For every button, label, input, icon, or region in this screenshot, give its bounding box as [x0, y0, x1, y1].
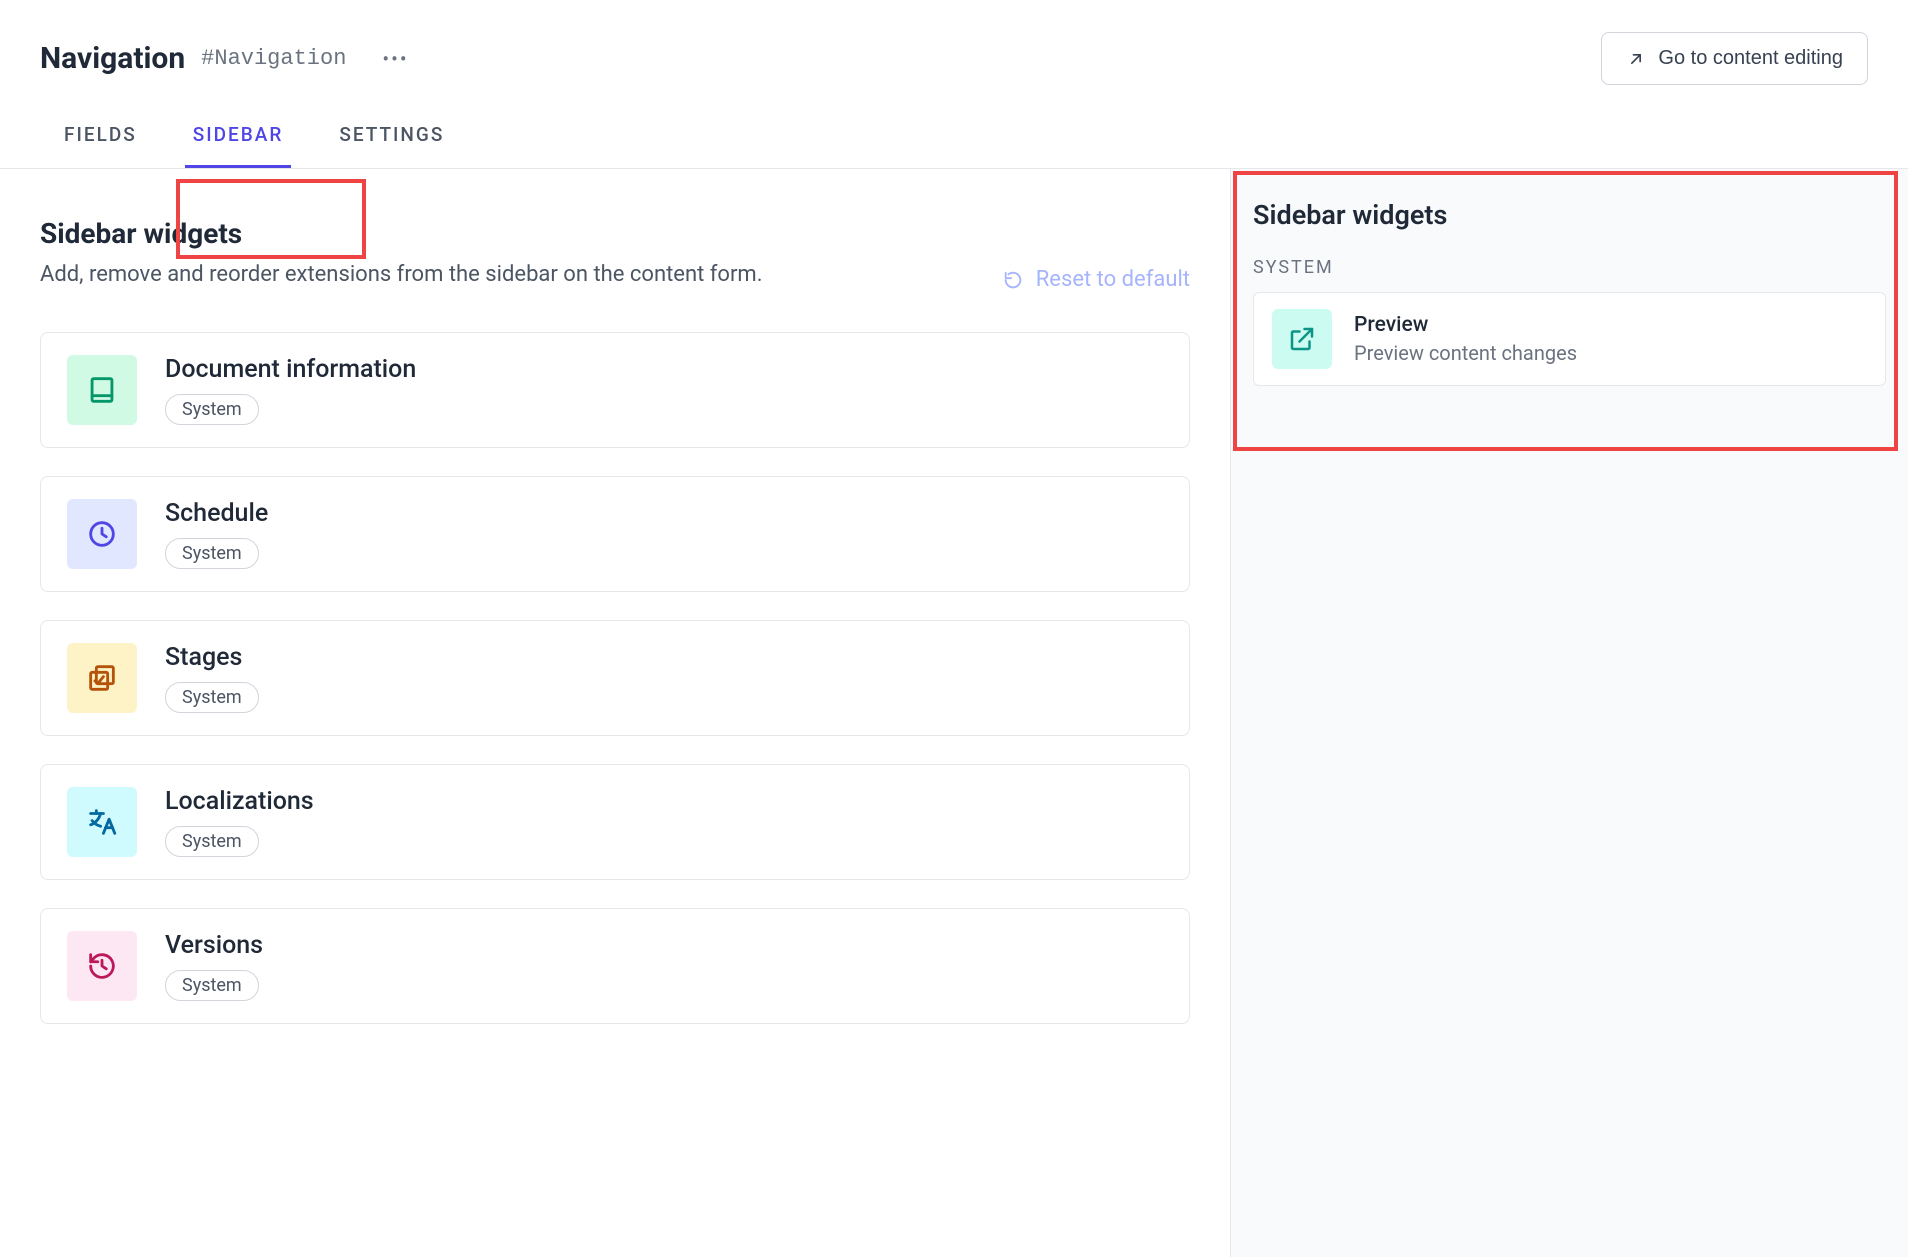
main-subheading: Add, remove and reorder extensions from …	[40, 262, 763, 287]
history-icon	[67, 931, 137, 1001]
stages-icon	[67, 643, 137, 713]
widget-card-versions[interactable]: Versions System	[40, 908, 1190, 1024]
widget-card-localizations[interactable]: Localizations System	[40, 764, 1190, 880]
tabs: FIELDS SIDEBAR SETTINGS	[0, 85, 1908, 169]
widget-badge: System	[165, 970, 259, 1001]
widget-title: Stages	[165, 643, 259, 672]
page-title: Navigation	[40, 41, 185, 76]
sidebar-panel-heading: Sidebar widgets	[1253, 199, 1886, 231]
widget-title: Document information	[165, 355, 416, 384]
widget-card-document-information[interactable]: Document information System	[40, 332, 1190, 448]
sidebar-widget-preview[interactable]: Preview Preview content changes	[1253, 292, 1886, 386]
translate-icon	[67, 787, 137, 857]
goto-content-editing-button[interactable]: Go to content editing	[1601, 32, 1868, 85]
refresh-icon	[1002, 269, 1024, 291]
arrow-up-right-icon	[1626, 49, 1646, 69]
external-link-icon	[1272, 309, 1332, 369]
tab-settings[interactable]: SETTINGS	[331, 113, 452, 168]
reset-to-default-button[interactable]: Reset to default	[1002, 217, 1190, 292]
widget-title: Schedule	[165, 499, 268, 528]
tab-fields[interactable]: FIELDS	[56, 113, 145, 168]
widget-badge: System	[165, 394, 259, 425]
sidebar-panel-section-label: SYSTEM	[1253, 257, 1886, 278]
widget-badge: System	[165, 538, 259, 569]
widget-title: Versions	[165, 931, 263, 960]
goto-label: Go to content editing	[1658, 47, 1843, 70]
widget-badge: System	[165, 682, 259, 713]
widget-card-schedule[interactable]: Schedule System	[40, 476, 1190, 592]
clock-icon	[67, 499, 137, 569]
document-icon	[67, 355, 137, 425]
sidebar-card-subtitle: Preview content changes	[1354, 341, 1577, 365]
tab-sidebar[interactable]: SIDEBAR	[185, 113, 292, 168]
page-hash: #Navigation	[201, 46, 346, 71]
widget-badge: System	[165, 826, 259, 857]
widget-card-stages[interactable]: Stages System	[40, 620, 1190, 736]
main-heading: Sidebar widgets	[40, 217, 763, 250]
widget-title: Localizations	[165, 787, 314, 816]
sidebar-card-title: Preview	[1354, 313, 1577, 337]
more-button[interactable]: •••	[374, 45, 416, 73]
reset-label: Reset to default	[1036, 267, 1190, 292]
